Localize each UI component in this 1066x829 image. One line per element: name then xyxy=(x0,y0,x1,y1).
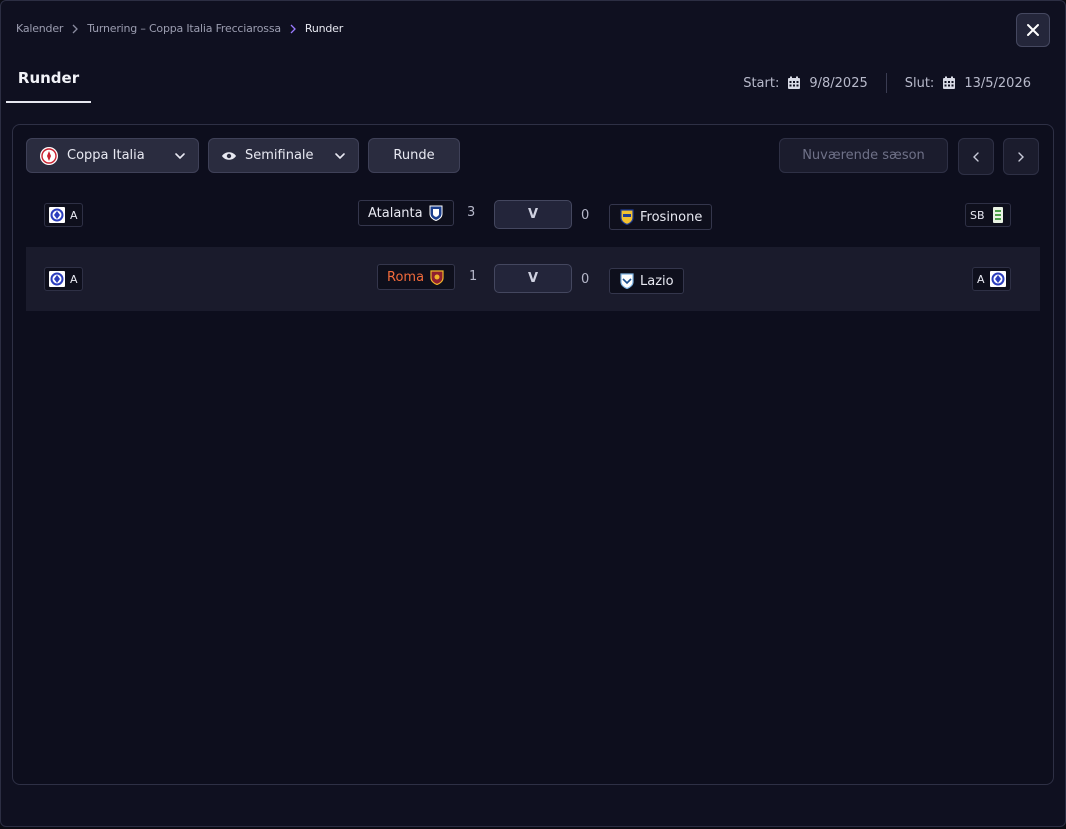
current-season-label: Nuværende sæson xyxy=(802,148,925,163)
calendar-icon xyxy=(788,76,801,89)
tab-runder-label: Runder xyxy=(17,69,80,87)
end-date-label: Slut: xyxy=(904,75,935,91)
chevron-down-icon xyxy=(175,152,185,159)
breadcrumb-current: Runder xyxy=(304,22,344,35)
start-date-value: 9/8/2025 xyxy=(809,75,868,91)
lazio-crest-icon xyxy=(620,273,634,289)
chevron-left-icon xyxy=(973,151,979,162)
end-date-value: 13/5/2026 xyxy=(964,75,1031,91)
current-season-button[interactable]: Nuværende sæson xyxy=(779,138,948,173)
end-date: Slut: 13/5/2026 xyxy=(905,76,1031,91)
serie-a-logo-icon xyxy=(989,271,1006,287)
tab-runder[interactable]: Runder xyxy=(6,59,91,103)
start-date: Start: 9/8/2025 xyxy=(743,76,868,91)
breadcrumb-tournament[interactable]: Turnering – Coppa Italia Frecciarossa xyxy=(87,22,281,35)
away-league-badge: SB xyxy=(965,203,1011,227)
start-date-label: Start: xyxy=(743,75,780,91)
home-score: 1 xyxy=(469,269,478,284)
match-result-label: V xyxy=(527,207,539,222)
close-button[interactable] xyxy=(1016,13,1050,47)
away-league-label: SB xyxy=(970,208,985,222)
round-button[interactable]: Runde xyxy=(368,138,460,173)
rounds-dialog: Kalender Turnering – Coppa Italia Frecci… xyxy=(0,0,1066,827)
home-team[interactable]: Roma xyxy=(377,264,456,290)
serie-a-logo-icon xyxy=(49,271,65,287)
serie-b-logo-icon xyxy=(992,207,1003,223)
next-button[interactable] xyxy=(1003,138,1039,175)
home-team[interactable]: Atalanta xyxy=(358,200,454,226)
season-dates: Start: 9/8/2025 Slut: 13/5/2026 xyxy=(743,73,1031,93)
away-score: 0 xyxy=(581,208,590,223)
away-league-badge: A xyxy=(972,267,1011,291)
match-result-button[interactable]: V xyxy=(494,200,572,229)
breadcrumb: Kalender Turnering – Coppa Italia Frecci… xyxy=(16,22,343,35)
stage-select-value: Semifinale xyxy=(245,148,314,163)
atalanta-crest-icon xyxy=(429,205,443,221)
away-team-name: Lazio xyxy=(640,273,674,289)
away-league-label: A xyxy=(977,272,985,286)
roma-crest-icon xyxy=(430,270,444,285)
stage-select[interactable]: Semifinale xyxy=(208,138,359,173)
match-result-label: V xyxy=(527,271,539,286)
round-button-label: Runde xyxy=(393,148,435,163)
home-league-badge: A xyxy=(44,267,83,291)
tournament-select[interactable]: Coppa Italia xyxy=(26,138,199,173)
breadcrumb-kalender[interactable]: Kalender xyxy=(16,22,63,35)
eye-icon xyxy=(222,151,236,160)
chevron-down-icon xyxy=(335,152,345,159)
away-team-name: Frosinone xyxy=(640,209,703,225)
divider xyxy=(885,73,887,93)
frosinone-crest-icon xyxy=(620,209,634,225)
home-team-name: Atalanta xyxy=(368,205,423,221)
tournament-select-value: Coppa Italia xyxy=(67,148,145,163)
match-result-button[interactable]: V xyxy=(494,264,572,293)
home-league-label: A xyxy=(70,208,78,222)
away-score: 0 xyxy=(581,272,590,287)
home-team-name: Roma xyxy=(387,269,425,285)
close-icon xyxy=(1027,24,1039,36)
serie-a-logo-icon xyxy=(49,207,65,223)
away-team[interactable]: Frosinone xyxy=(609,204,713,230)
chevron-right-icon xyxy=(290,24,296,33)
home-score: 3 xyxy=(467,205,476,220)
calendar-icon xyxy=(943,76,956,89)
chevron-right-icon xyxy=(1018,151,1024,162)
home-league-label: A xyxy=(70,272,78,286)
away-team[interactable]: Lazio xyxy=(609,268,684,294)
prev-button[interactable] xyxy=(958,138,994,175)
chevron-right-icon xyxy=(72,24,79,33)
home-league-badge: A xyxy=(44,203,83,227)
coppa-italia-logo-icon xyxy=(40,146,58,165)
